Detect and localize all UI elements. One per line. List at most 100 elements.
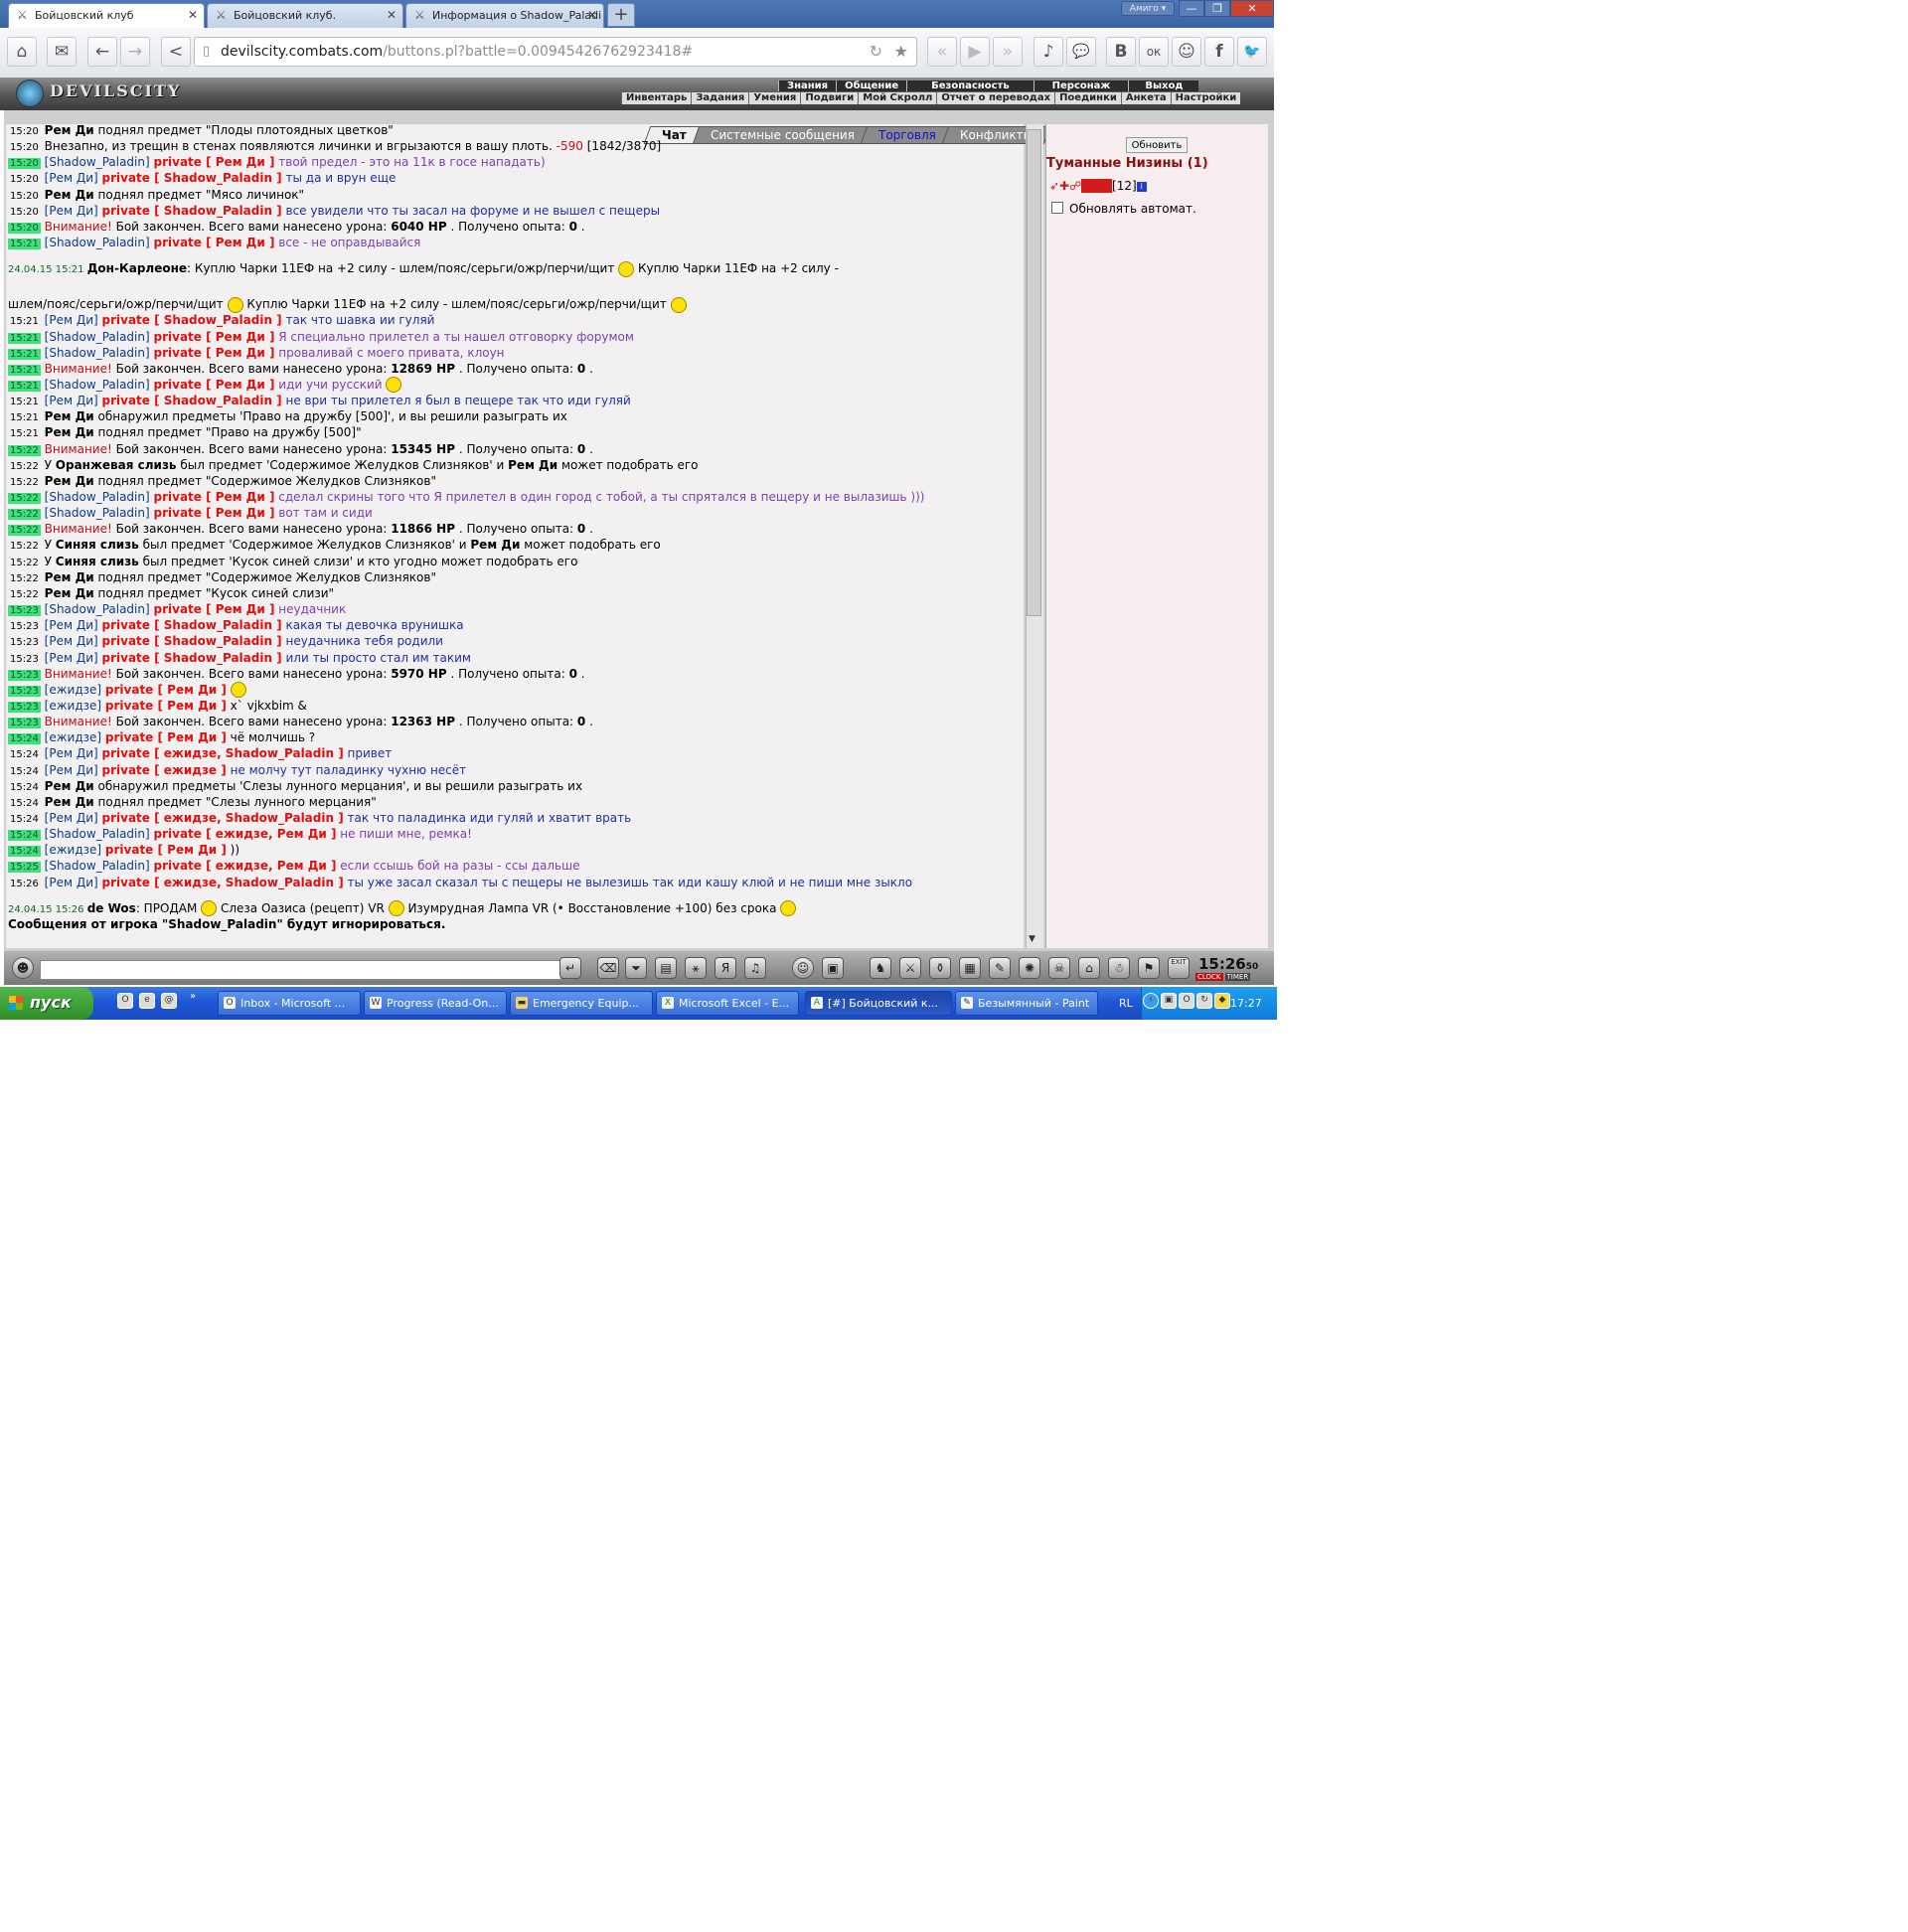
tray-security-icon[interactable]: ◆ [1214,993,1230,1009]
chat-nick[interactable]: private [ Рем Ди ] [154,506,275,520]
tab-fight-club[interactable]: ⚔ Бойцовский клуб ✕ [8,3,205,29]
chat-nick[interactable]: [Рем Ди] [45,394,98,407]
info-icon[interactable]: i [1136,181,1147,192]
chat-nick[interactable]: private [ Рем Ди ] [105,843,227,857]
chat-nick[interactable]: private [ ежидзе, Shadow_Paladin ] [102,811,344,825]
share-icon[interactable]: < [161,37,191,67]
chat-nick[interactable]: private [ Shadow_Paladin ] [102,204,282,218]
player-entry[interactable]: ➶✚☍ BloK [12] i [1049,179,1147,193]
tray-network-icon[interactable]: ▣ [1161,993,1177,1009]
chat-nick[interactable]: private [ ежидзе, Shadow_Paladin ] [102,876,344,889]
chat-nick[interactable]: private [ Рем Ди ] [154,602,275,616]
chat-nick[interactable]: private [ Рем Ди ] [154,236,275,249]
chat-nick[interactable]: private [ ежидзе, Shadow_Paladin ] [102,746,344,760]
language-indicator[interactable]: RL [1119,997,1133,1010]
chat-nick[interactable]: [Shadow_Paladin] [45,378,150,392]
nav-transfers-report[interactable]: Отчет о переводах [936,92,1054,104]
tab-system-messages[interactable]: Системные сообщения [692,126,873,144]
nav-quests[interactable]: Задания [691,92,748,104]
chat-nick[interactable]: [Shadow_Paladin] [45,859,150,873]
ie-quicklaunch-icon[interactable]: e [139,993,155,1009]
chat-nick[interactable]: [Shadow_Paladin] [45,827,150,841]
nav-my-scroll[interactable]: Мой Скролл [858,92,936,104]
checkbox-box[interactable] [1051,202,1063,214]
chat-nick[interactable]: [ежидзе] [45,843,101,857]
bookmark-star-icon[interactable]: ★ [894,38,908,66]
friends-icon[interactable]: ☃ [1108,957,1130,979]
tray-back-icon[interactable]: ‹ [1143,993,1159,1009]
tray-outlook-icon[interactable]: O [1179,993,1194,1009]
chat-nick[interactable]: [ежидзе] [45,699,101,713]
scroll-icon[interactable]: ✎ [989,957,1011,979]
chat-nick[interactable]: [Shadow_Paladin] [45,506,150,520]
odnoklassniki-icon[interactable]: ок [1139,37,1169,67]
eraser-icon[interactable]: ⌫ [597,957,619,979]
amigo-menu-button[interactable]: Амиго ▾ [1121,1,1175,16]
nav-achievements[interactable]: Подвиги [800,92,858,104]
chat-nick[interactable]: private [ Shadow_Paladin ] [102,313,282,327]
back-icon[interactable]: ← [87,37,117,67]
nav-communication[interactable]: Общение [836,80,907,91]
moi-mir-icon[interactable]: ☺ [1172,37,1201,67]
chat-nick[interactable]: [Shadow_Paladin] [45,490,150,504]
task-paint[interactable]: ✎ Безымянный - Paint [955,991,1098,1016]
chat-nick[interactable]: [ежидзе] [45,683,101,697]
twitter-icon[interactable]: 🐦 [1237,37,1267,67]
exit-icon[interactable]: EXIT [1168,957,1190,979]
chat-nick[interactable]: [ежидзе] [45,730,101,744]
shop-icon[interactable]: ⌂ [1078,957,1100,979]
sound-icon[interactable]: ♫ [744,957,766,979]
tab-trade[interactable]: Торговля [860,126,954,144]
tray-sync-icon[interactable]: ↻ [1196,993,1212,1009]
chat-nick[interactable]: [Shadow_Paladin] [45,236,150,249]
chat-nick[interactable]: [Рем Ди] [45,618,98,632]
nav-knowledge[interactable]: Знания [778,80,837,91]
chat-nick[interactable]: [Рем Ди] [45,811,98,825]
music-icon[interactable]: ♪ [1034,37,1063,67]
sword-icon[interactable]: ⚔ [899,957,921,979]
nav-exit[interactable]: Выход [1128,80,1199,91]
chat-nick[interactable]: [Рем Ди] [45,763,98,777]
media-play-icon[interactable]: ▶ [960,37,990,67]
chat-nick[interactable]: private [ ежидзе, Рем Ди ] [154,827,337,841]
nav-profile[interactable]: Анкета [1120,92,1171,104]
chat-nick[interactable]: private [ Рем Ди ] [154,155,275,169]
outlook-quicklaunch-icon[interactable]: O [117,993,133,1009]
vk-icon[interactable]: В [1106,37,1136,67]
address-bar[interactable]: ▯ devilscity.combats.com/buttons.pl?batt… [194,37,917,67]
forward-icon[interactable]: → [120,37,150,67]
player-badge[interactable]: BloK [1081,179,1113,193]
chat-nick[interactable]: private [ Shadow_Paladin ] [102,171,282,185]
start-button[interactable]: пуск [0,987,93,1020]
clock-label[interactable]: CLOCK [1195,973,1223,981]
chat-nick[interactable]: private [ ежидзе ] [102,763,227,777]
chat-nick[interactable]: [Shadow_Paladin] [45,155,150,169]
chat-scroll-thumb[interactable] [1027,129,1041,616]
home-icon[interactable]: ⌂ [7,37,37,67]
close-icon[interactable]: ✕ [587,8,597,22]
chat-nick[interactable]: [Рем Ди] [45,746,98,760]
browser-quicklaunch-icon[interactable]: @ [161,993,177,1009]
maximize-button[interactable]: ❐ [1204,0,1230,17]
chat-nick[interactable]: private [ Shadow_Paladin ] [102,651,282,665]
minimize-button[interactable]: — [1179,0,1204,17]
tab-player-info[interactable]: ⚔ Информация о Shadow_Paladi ✕ [405,3,604,28]
task-outlook-inbox[interactable]: O Inbox - Microsoft ... [218,991,361,1016]
nav-skills[interactable]: Умения [748,92,800,104]
chat-nick[interactable]: [Shadow_Paladin] [45,602,150,616]
chat-nick[interactable]: [Рем Ди] [45,651,98,665]
chat-bubbles-icon[interactable]: 💬 [1066,37,1096,67]
message-author[interactable]: Дон-Карлеоне [87,261,187,275]
smiley-icon[interactable]: ☺ [792,957,814,979]
media-next-icon[interactable]: » [993,37,1023,67]
potion-icon[interactable]: ⚱ [929,957,951,979]
facebook-icon[interactable]: f [1204,37,1234,67]
nav-character[interactable]: Персонаж [1033,80,1129,91]
chat-nick[interactable]: private [ Рем Ди ] [154,346,275,360]
quicklaunch-expand-icon[interactable]: » [190,991,196,1002]
chat-nick[interactable]: private [ Shadow_Paladin ] [102,618,282,632]
close-icon[interactable]: ✕ [387,8,397,22]
task-progress-word[interactable]: W Progress (Read-On... [364,991,507,1016]
scroll-down-icon[interactable]: ▼ [1029,934,1035,944]
chat-nick[interactable]: private [ Рем Ди ] [154,490,275,504]
